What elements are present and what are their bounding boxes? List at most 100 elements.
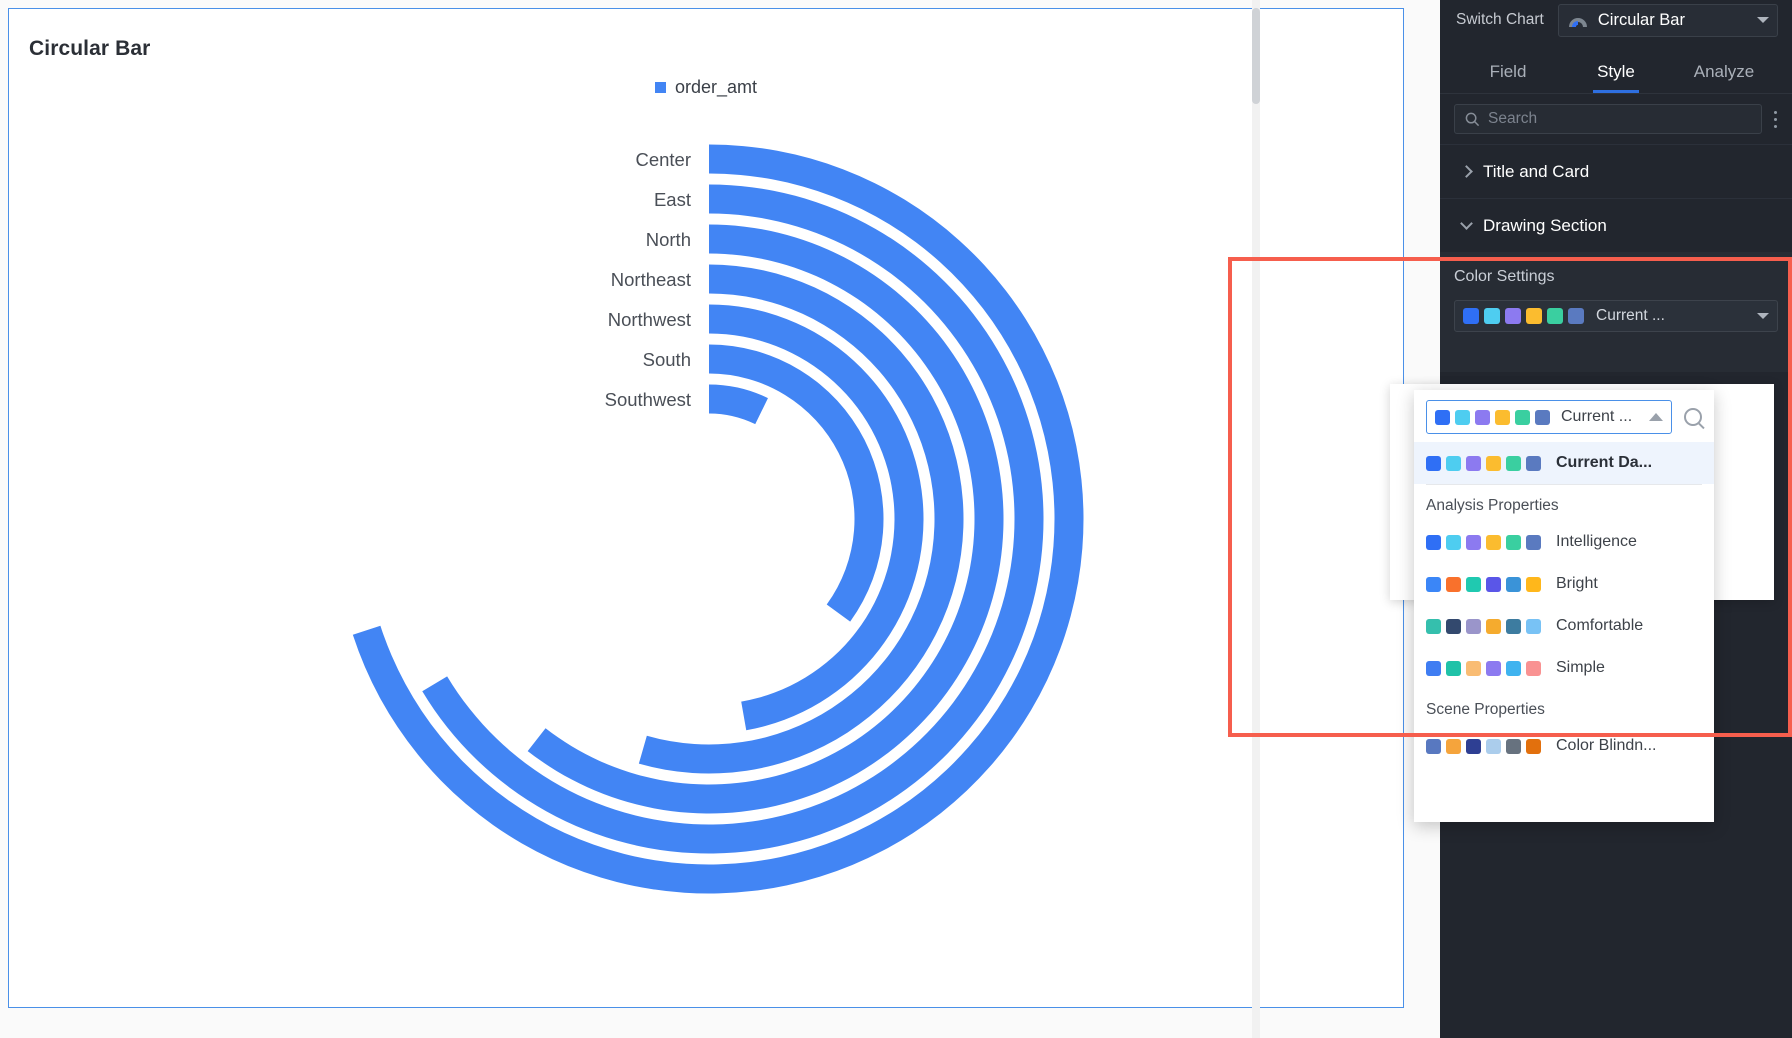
circular-bar-chart[interactable]: Center East North Northeast Northwest South So… (9, 9, 1404, 1008)
palette-dropdown-value: Current ... (1561, 408, 1633, 425)
section-title-and-card-label: Title and Card (1483, 161, 1590, 181)
color-swatch-4 (1515, 409, 1530, 425)
category-label: North (646, 229, 691, 250)
color-swatch-2 (1466, 534, 1481, 550)
color-swatch-1 (1446, 660, 1461, 676)
category-label: Southwest (605, 389, 691, 410)
color-swatch-5 (1526, 534, 1541, 550)
palette-option-label: Current Da... (1556, 454, 1653, 471)
search-input[interactable]: Search (1454, 104, 1762, 134)
color-swatch-5 (1526, 576, 1541, 592)
color-swatch-0 (1426, 660, 1441, 676)
color-swatch-5 (1568, 308, 1584, 324)
panel-scrollbar-thumb[interactable] (1252, 8, 1260, 104)
palette-option-comfortable[interactable]: Comfortable (1414, 605, 1714, 647)
color-swatch-4 (1506, 618, 1521, 634)
color-swatch-2 (1466, 455, 1481, 471)
color-swatch-5 (1526, 618, 1541, 634)
dots-vertical-icon[interactable] (1766, 110, 1784, 128)
color-swatch-0 (1426, 455, 1441, 471)
color-swatch-3 (1486, 738, 1501, 754)
color-swatch-5 (1526, 738, 1541, 754)
chevron-down-icon (1757, 17, 1769, 23)
panel-scrollbar-track[interactable] (1252, 0, 1260, 1038)
chart-type-select[interactable]: Circular Bar (1557, 3, 1778, 37)
palette-option-simple[interactable]: Simple (1414, 647, 1714, 689)
palette-option-label: Intelligence (1556, 533, 1637, 550)
chevron-up-icon (1649, 413, 1663, 421)
color-swatch-3 (1526, 308, 1542, 324)
palette-swatch-group (1426, 618, 1541, 634)
color-swatch-0 (1426, 738, 1441, 754)
section-drawing-section-label: Drawing Section (1483, 215, 1607, 235)
search-icon[interactable] (1684, 408, 1702, 426)
color-swatch-3 (1486, 660, 1501, 676)
color-swatch-4 (1547, 308, 1563, 324)
chart-type-name: Circular Bar (1597, 10, 1685, 29)
popup-select-row: Current ... (1414, 390, 1714, 442)
color-swatch-4 (1506, 455, 1521, 471)
palette-swatch-group (1435, 409, 1550, 425)
circular-bar-segment[interactable] (709, 384, 768, 425)
category-label: South (643, 349, 691, 370)
tab-field[interactable]: Field (1454, 62, 1562, 93)
palette-swatch-group (1463, 308, 1584, 324)
palette-select[interactable]: Current ... (1454, 300, 1778, 332)
palette-group-title: Analysis Properties (1426, 497, 1559, 514)
color-swatch-3 (1486, 618, 1501, 634)
palette-option-current[interactable]: Current Da... (1414, 442, 1714, 484)
color-swatch-1 (1455, 409, 1470, 425)
color-swatch-4 (1506, 576, 1521, 592)
color-swatch-0 (1426, 618, 1441, 634)
chart-card[interactable]: Circular Bar order_amt Center East North No… (8, 8, 1404, 1008)
category-label: Center (635, 149, 691, 170)
color-swatch-1 (1446, 618, 1461, 634)
color-swatch-5 (1526, 660, 1541, 676)
color-swatch-2 (1466, 660, 1481, 676)
palette-option-label: Color Blindn... (1556, 737, 1657, 754)
color-swatch-0 (1426, 576, 1441, 592)
tab-style[interactable]: Style (1562, 62, 1670, 93)
search-row: Search (1440, 94, 1792, 144)
palette-swatch-group (1426, 455, 1541, 471)
color-swatch-1 (1446, 576, 1461, 592)
color-swatch-2 (1505, 308, 1521, 324)
color-swatch-3 (1495, 409, 1510, 425)
chevron-right-icon (1460, 165, 1473, 178)
palette-swatch-group (1426, 660, 1541, 676)
tab-analyze[interactable]: Analyze (1670, 62, 1778, 93)
palette-option-bright[interactable]: Bright (1414, 563, 1714, 605)
color-swatch-5 (1526, 455, 1541, 471)
chevron-down-icon (1460, 217, 1473, 230)
palette-option-color-blindn[interactable]: Color Blindn... (1414, 725, 1714, 767)
palette-groups: Analysis Properties Intelligence Bright Com… (1414, 485, 1714, 767)
palette-selected-name: Current ... (1596, 307, 1665, 324)
section-title-and-card[interactable]: Title and Card (1440, 144, 1792, 198)
palette-dropdown-popup[interactable]: Current ... Current Da... Analysis Prope… (1414, 390, 1714, 822)
section-drawing-section[interactable]: Drawing Section (1440, 198, 1792, 252)
switch-chart-label: Switch Chart (1456, 11, 1544, 28)
palette-option-intelligence[interactable]: Intelligence (1414, 521, 1714, 563)
palette-option-label: Simple (1556, 659, 1605, 676)
color-swatch-1 (1484, 308, 1500, 324)
category-label: Northwest (608, 309, 691, 330)
color-swatch-0 (1435, 409, 1450, 425)
color-swatch-3 (1486, 576, 1501, 592)
color-settings-title: Color Settings (1454, 268, 1555, 285)
chevron-down-icon (1757, 313, 1769, 319)
color-swatch-1 (1446, 534, 1461, 550)
color-swatch-0 (1463, 308, 1479, 324)
circular-bar-segment[interactable] (352, 144, 1084, 894)
color-swatch-2 (1466, 618, 1481, 634)
chart-canvas-area: Circular Bar order_amt Center East North No… (0, 0, 1440, 1038)
category-label: Northeast (611, 269, 691, 290)
color-swatch-4 (1506, 534, 1521, 550)
color-swatch-3 (1486, 534, 1501, 550)
palette-swatch-group (1426, 576, 1541, 592)
color-swatch-1 (1446, 455, 1461, 471)
category-label: East (654, 189, 691, 210)
search-placeholder: Search (1488, 110, 1538, 127)
palette-group-title: Scene Properties (1426, 701, 1545, 718)
palette-dropdown-trigger[interactable]: Current ... (1426, 400, 1672, 434)
palette-swatch-group (1426, 738, 1541, 754)
